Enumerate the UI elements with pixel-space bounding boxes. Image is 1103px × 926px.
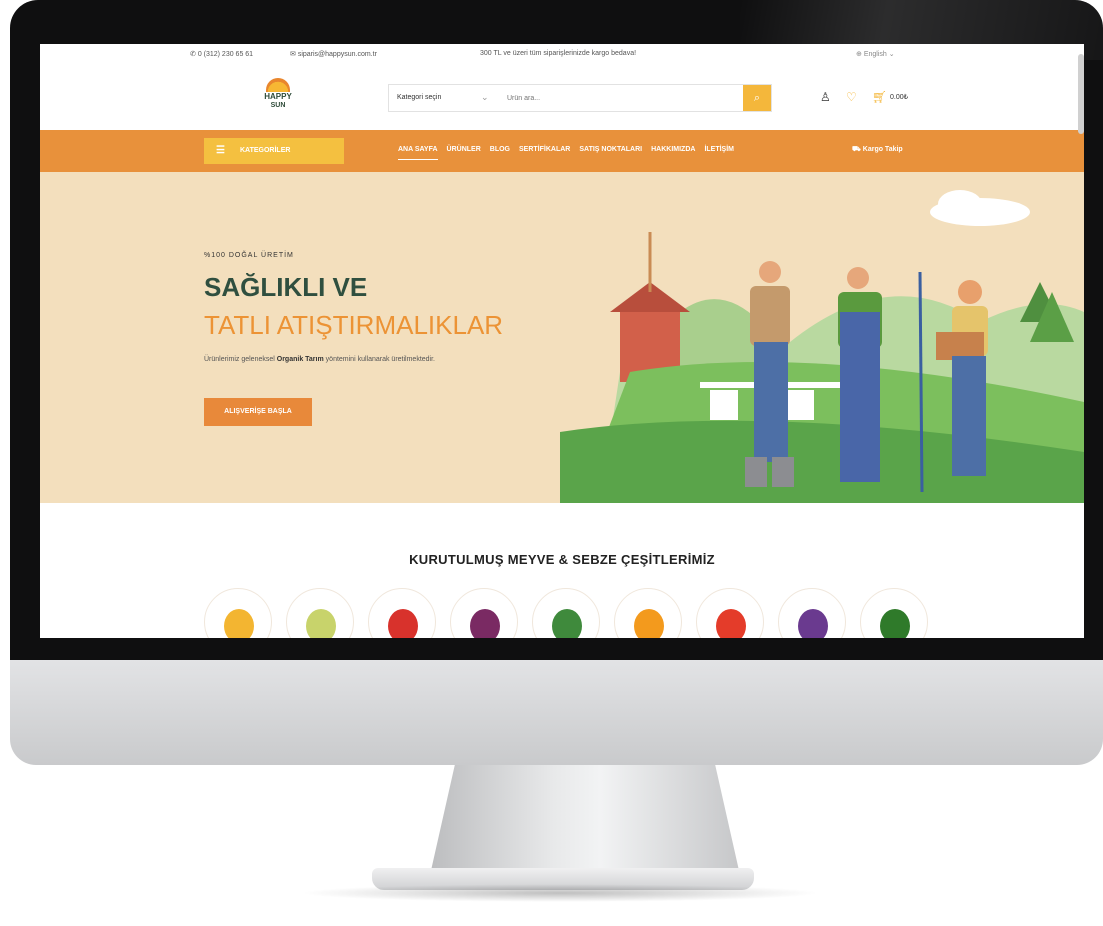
cart-total[interactable]: 0.00₺: [890, 93, 908, 101]
pineapple-icon: [224, 609, 254, 638]
nav-item-about[interactable]: HAKKIMIZDA: [651, 146, 695, 153]
hero-desc-pre: Ürünlerimiz geleneksel: [204, 356, 275, 363]
plum-icon: [470, 609, 500, 638]
category-select[interactable]: Kategori seçin: [397, 94, 441, 101]
category-item-pepper[interactable]: [860, 588, 928, 638]
mail-icon: ✉: [290, 51, 298, 58]
language-selector[interactable]: ⊕ English ⌄: [856, 50, 895, 58]
search-input[interactable]: [507, 89, 727, 107]
categories-button[interactable]: ☰ KATEGORİLER: [204, 138, 344, 164]
hero-desc-bold: Organik Tarım: [276, 356, 324, 363]
email-text: siparis@happysun.com.tr: [297, 51, 377, 58]
user-icon[interactable]: ♙: [820, 90, 831, 104]
cart-icon[interactable]: 🛒︎: [872, 90, 887, 104]
email-link[interactable]: ✉ siparis@happysun.com.tr: [290, 50, 377, 58]
monitor-stand: [430, 765, 740, 875]
chevron-down-icon: ⌄: [886, 51, 895, 58]
search-bar: Kategori seçin ⌄ ⌕: [388, 84, 772, 112]
eggplant-icon: [798, 609, 828, 638]
website-screen: ✆ 0 (312) 230 65 61 ✉ siparis@happysun.c…: [40, 44, 1084, 638]
nav-item-blog[interactable]: BLOG: [490, 146, 510, 153]
hero-title-line2: TATLI ATIŞTIRMALIKLAR: [204, 310, 504, 340]
tomato-icon: [716, 609, 746, 638]
top-bar: ✆ 0 (312) 230 65 61 ✉ siparis@happysun.c…: [40, 44, 1084, 66]
category-item-plum[interactable]: [450, 588, 518, 638]
floor-shadow: [300, 884, 820, 902]
nav-item-sales-points[interactable]: SATIŞ NOKTALARI: [579, 146, 642, 153]
site-logo[interactable]: HAPPY SUN: [258, 78, 298, 118]
start-shopping-button[interactable]: ALIŞVERİŞE BAŞLA: [204, 398, 312, 426]
main-navbar: ☰ KATEGORİLER ANA SAYFA ÜRÜNLER BLOG SERTİF…: [40, 130, 1084, 172]
logo-text-happy: HAPPY: [264, 92, 292, 101]
globe-icon: ⊕: [856, 51, 864, 58]
category-item-pear[interactable]: [286, 588, 354, 638]
hero-desc-post: yöntemini kullanarak üretilmektedir.: [325, 356, 435, 363]
heart-icon[interactable]: ♡: [846, 90, 857, 104]
phone-link[interactable]: ✆ 0 (312) 230 65 61: [190, 50, 253, 58]
site-header: HAPPY SUN Kategori seçin ⌄ ⌕ ♙ ♡ 🛒︎ 0.00…: [40, 66, 1084, 130]
search-button[interactable]: ⌕: [743, 85, 771, 111]
hero-title-line1: SAĞLIKLI VE: [204, 272, 368, 302]
hero-banner: %100 DOĞAL ÜRETİM SAĞLIKLI VE TATLI ATIŞ…: [40, 172, 1084, 503]
orange-icon: [634, 609, 664, 638]
monitor-chin: [10, 660, 1103, 765]
category-item-orange[interactable]: [614, 588, 682, 638]
categories-section-title: KURUTULMUŞ MEYVE & SEBZE ÇEŞİTLERİMİZ: [409, 552, 715, 567]
search-icon: ⌕: [753, 92, 761, 104]
category-item-watermelon[interactable]: [532, 588, 600, 638]
menu-icon: ☰: [216, 145, 225, 156]
shipping-promo: 300 TL ve üzeri tüm siparişlerinizde kar…: [480, 50, 637, 57]
sun-logo-icon: [266, 78, 290, 92]
hero-kicker: %100 DOĞAL ÜRETİM: [204, 252, 294, 259]
nav-item-home[interactable]: ANA SAYFA: [398, 146, 438, 160]
pepper-icon: [880, 609, 910, 638]
nav-item-contact[interactable]: İLETİŞİM: [704, 146, 734, 153]
watermelon-icon: [552, 609, 582, 638]
category-item-tomato[interactable]: [696, 588, 764, 638]
category-item-eggplant[interactable]: [778, 588, 846, 638]
phone-icon: ✆: [190, 51, 198, 58]
nav-item-certificates[interactable]: SERTİFİKALAR: [519, 146, 570, 153]
phone-text: 0 (312) 230 65 61: [197, 51, 254, 58]
chevron-down-icon: ⌄: [481, 92, 489, 102]
language-label: English: [863, 51, 887, 58]
cargo-tracking-label: Kargo Takip: [862, 146, 903, 153]
cargo-tracking-link[interactable]: ⛟ Kargo Takip: [852, 145, 903, 154]
pear-icon: [306, 609, 336, 638]
nav-menu: ANA SAYFA ÜRÜNLER BLOG SERTİFİKALAR SATIŞ NO…: [398, 146, 743, 160]
apple-icon: [388, 609, 418, 638]
categories-label: KATEGORİLER: [240, 147, 291, 154]
hero-description: Ürünlerimiz geleneksel Organik Tarım yön…: [204, 356, 435, 363]
farmers-illustration: [560, 190, 1084, 503]
logo-text-sun: SUN: [270, 102, 286, 109]
category-item-apple[interactable]: [368, 588, 436, 638]
page-scrollbar[interactable]: [1078, 54, 1084, 134]
nav-item-products[interactable]: ÜRÜNLER: [447, 146, 481, 153]
category-item-pineapple[interactable]: [204, 588, 272, 638]
truck-icon: ⛟: [852, 146, 863, 153]
